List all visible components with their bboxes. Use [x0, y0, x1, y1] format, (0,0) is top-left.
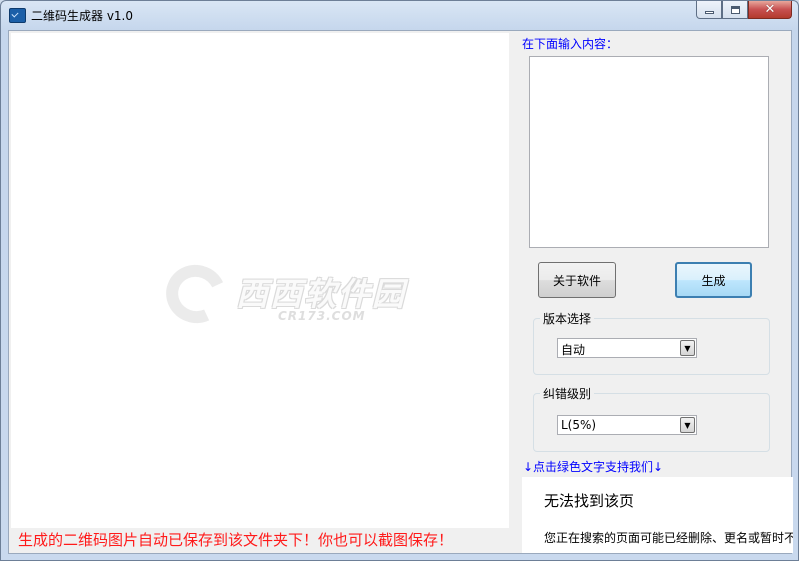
- app-window: 二维码生成器 v1.0 ✕ 西西软件园 CR173.COM 生成的二维码图片自动…: [0, 0, 799, 561]
- app-icon: [9, 8, 26, 23]
- about-button[interactable]: 关于软件: [538, 262, 616, 298]
- version-group-label: 版本选择: [540, 310, 595, 327]
- chevron-down-icon[interactable]: ▼: [680, 340, 695, 356]
- maximize-button[interactable]: [722, 1, 748, 19]
- version-select-value: 自动: [561, 343, 586, 357]
- watermark-c-shape: [157, 256, 235, 332]
- watermark-logo: 西西软件园 CR173.COM: [157, 256, 486, 335]
- close-icon: ✕: [764, 2, 776, 17]
- client-area: 西西软件园 CR173.COM 生成的二维码图片自动已保存到该文件夹下！你也可以…: [8, 30, 793, 554]
- version-group: 版本选择 自动 ▼: [533, 310, 770, 375]
- ecc-select-value: L(5%): [561, 418, 597, 432]
- watermark-subtext: CR173.COM: [278, 309, 366, 323]
- version-select[interactable]: 自动 ▼: [557, 338, 697, 358]
- web-panel-body: 您正在搜索的页面可能已经删除、更名或暂时不: [544, 531, 793, 545]
- chevron-down-icon[interactable]: ▼: [680, 417, 695, 433]
- ecc-group: 纠错级别 L(5%) ▼: [533, 385, 770, 452]
- ecc-select[interactable]: L(5%) ▼: [557, 415, 697, 435]
- window-controls: ✕: [696, 1, 792, 21]
- minimize-icon: [704, 11, 714, 14]
- ecc-group-label: 纠错级别: [540, 385, 595, 402]
- status-message: 生成的二维码图片自动已保存到该文件夹下！你也可以截图保存！: [18, 531, 454, 549]
- web-panel[interactable]: 无法找到该页 您正在搜索的页面可能已经删除、更名或暂时不: [522, 477, 793, 553]
- web-panel-title: 无法找到该页: [544, 492, 635, 510]
- maximize-icon: [730, 5, 740, 14]
- content-input[interactable]: [529, 56, 769, 248]
- qr-preview-area: 西西软件园 CR173.COM: [11, 33, 509, 528]
- support-link[interactable]: ↓点击绿色文字支持我们↓: [523, 458, 663, 475]
- title-bar[interactable]: 二维码生成器 v1.0 ✕: [1, 1, 798, 30]
- window-title: 二维码生成器 v1.0: [31, 9, 134, 23]
- close-button[interactable]: ✕: [748, 1, 792, 19]
- input-label: 在下面输入内容：: [522, 37, 619, 51]
- minimize-button[interactable]: [696, 1, 722, 19]
- generate-button[interactable]: 生成: [675, 262, 752, 298]
